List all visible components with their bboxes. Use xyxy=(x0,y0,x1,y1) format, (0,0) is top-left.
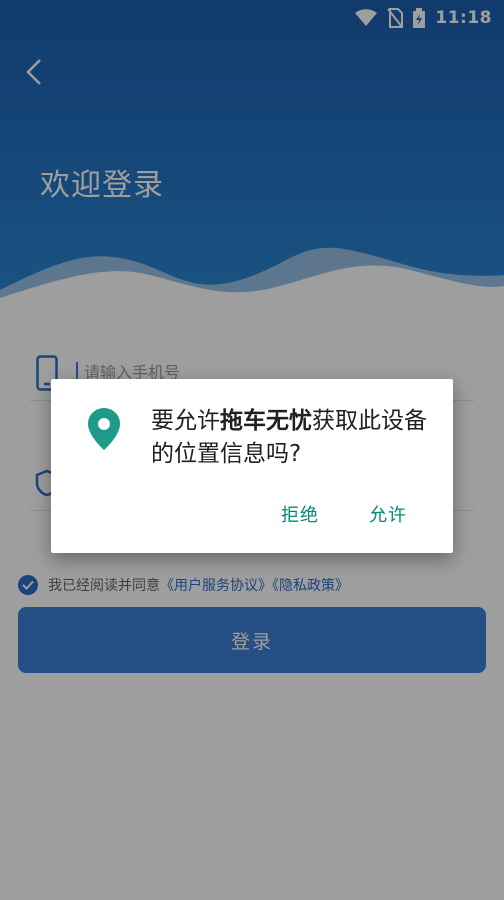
deny-button[interactable]: 拒绝 xyxy=(281,501,319,527)
dialog-app-name: 拖车无忧 xyxy=(220,408,312,434)
location-pin-icon xyxy=(88,408,120,450)
dialog-actions: 拒绝 允许 xyxy=(281,501,407,527)
dialog-message: 要允许拖车无忧获取此设备的位置信息吗? xyxy=(151,405,441,471)
allow-button[interactable]: 允许 xyxy=(369,501,407,527)
login-screen: 11:18 欢迎登录 请输入手机号 我已经阅读并同意《用户服务协议》《隐私政策》… xyxy=(0,0,504,900)
dialog-msg-before: 要允许 xyxy=(151,408,220,434)
location-permission-dialog: 要允许拖车无忧获取此设备的位置信息吗? 拒绝 允许 xyxy=(51,379,453,553)
